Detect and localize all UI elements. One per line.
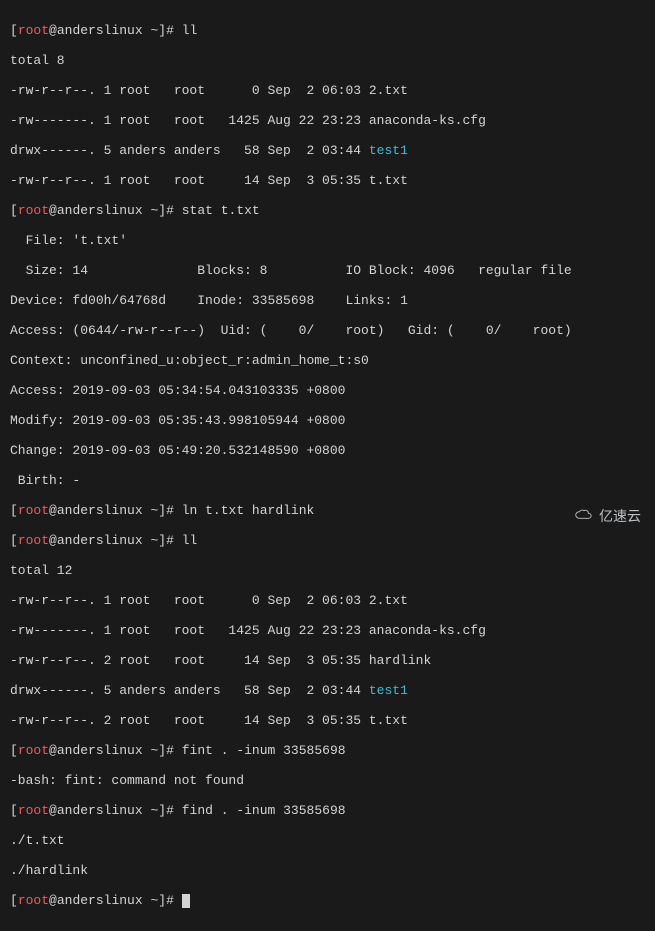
- file-row: drwx------. 5 anders anders 58 Sep 2 03:…: [10, 143, 645, 158]
- command: ln t.txt hardlink: [182, 503, 315, 518]
- prompt-user: root: [18, 23, 49, 38]
- file-row: drwx------. 5 anders anders 58 Sep 2 03:…: [10, 683, 645, 698]
- file-row: -rw-------. 1 root root 1425 Aug 22 23:2…: [10, 623, 645, 638]
- stat-line: Context: unconfined_u:object_r:admin_hom…: [10, 353, 645, 368]
- stat-line: Birth: -: [10, 473, 645, 488]
- file-row: -rw-r--r--. 1 root root 0 Sep 2 06:03 2.…: [10, 593, 645, 608]
- file-row: -rw-r--r--. 1 root root 0 Sep 2 06:03 2.…: [10, 83, 645, 98]
- file-row: -rw-r--r--. 1 root root 14 Sep 3 05:35 t…: [10, 173, 645, 188]
- file-row: -rw-r--r--. 2 root root 14 Sep 3 05:35 t…: [10, 713, 645, 728]
- command: stat t.txt: [182, 203, 260, 218]
- prompt-open: [: [10, 23, 18, 38]
- command: ll: [182, 23, 198, 38]
- file-row: -rw-------. 1 root root 1425 Aug 22 23:2…: [10, 113, 645, 128]
- prompt-host: anderslinux: [57, 23, 143, 38]
- output-line: total 12: [10, 563, 645, 578]
- prompt-line: [root@anderslinux ~]# ll: [10, 23, 645, 38]
- dir-name: test1: [369, 143, 408, 158]
- output-line: total 8: [10, 53, 645, 68]
- output-line: ./hardlink: [10, 863, 645, 878]
- terminal-output[interactable]: [root@anderslinux ~]# ll total 8 -rw-r--…: [0, 0, 655, 931]
- watermark-text: 亿速云: [599, 509, 641, 524]
- prompt-at: @: [49, 23, 57, 38]
- prompt-line: [root@anderslinux ~]# ll: [10, 533, 645, 548]
- stat-line: Modify: 2019-09-03 05:35:43.998105944 +0…: [10, 413, 645, 428]
- dir-name: test1: [369, 683, 408, 698]
- prompt-line: [root@anderslinux ~]# fint . -inum 33585…: [10, 743, 645, 758]
- stat-line: Access: 2019-09-03 05:34:54.043103335 +0…: [10, 383, 645, 398]
- prompt-close: ]#: [158, 23, 174, 38]
- command: ll: [182, 533, 198, 548]
- stat-line: File: 't.txt': [10, 233, 645, 248]
- stat-line: Change: 2019-09-03 05:49:20.532148590 +0…: [10, 443, 645, 458]
- prompt-line[interactable]: [root@anderslinux ~]#: [10, 893, 645, 908]
- command: find . -inum 33585698: [182, 803, 346, 818]
- cloud-icon: [573, 508, 595, 525]
- output-line: ./t.txt: [10, 833, 645, 848]
- watermark: 亿速云: [573, 508, 641, 525]
- prompt-line: [root@anderslinux ~]# stat t.txt: [10, 203, 645, 218]
- prompt-line: [root@anderslinux ~]# ln t.txt hardlink: [10, 503, 645, 518]
- stat-line: Device: fd00h/64768d Inode: 33585698 Lin…: [10, 293, 645, 308]
- stat-line: Size: 14 Blocks: 8 IO Block: 4096 regula…: [10, 263, 645, 278]
- stat-line: Access: (0644/-rw-r--r--) Uid: ( 0/ root…: [10, 323, 645, 338]
- error-line: -bash: fint: command not found: [10, 773, 645, 788]
- command: fint . -inum 33585698: [182, 743, 346, 758]
- prompt-line: [root@anderslinux ~]# find . -inum 33585…: [10, 803, 645, 818]
- file-row: -rw-r--r--. 2 root root 14 Sep 3 05:35 h…: [10, 653, 645, 668]
- cursor-icon: [182, 894, 190, 908]
